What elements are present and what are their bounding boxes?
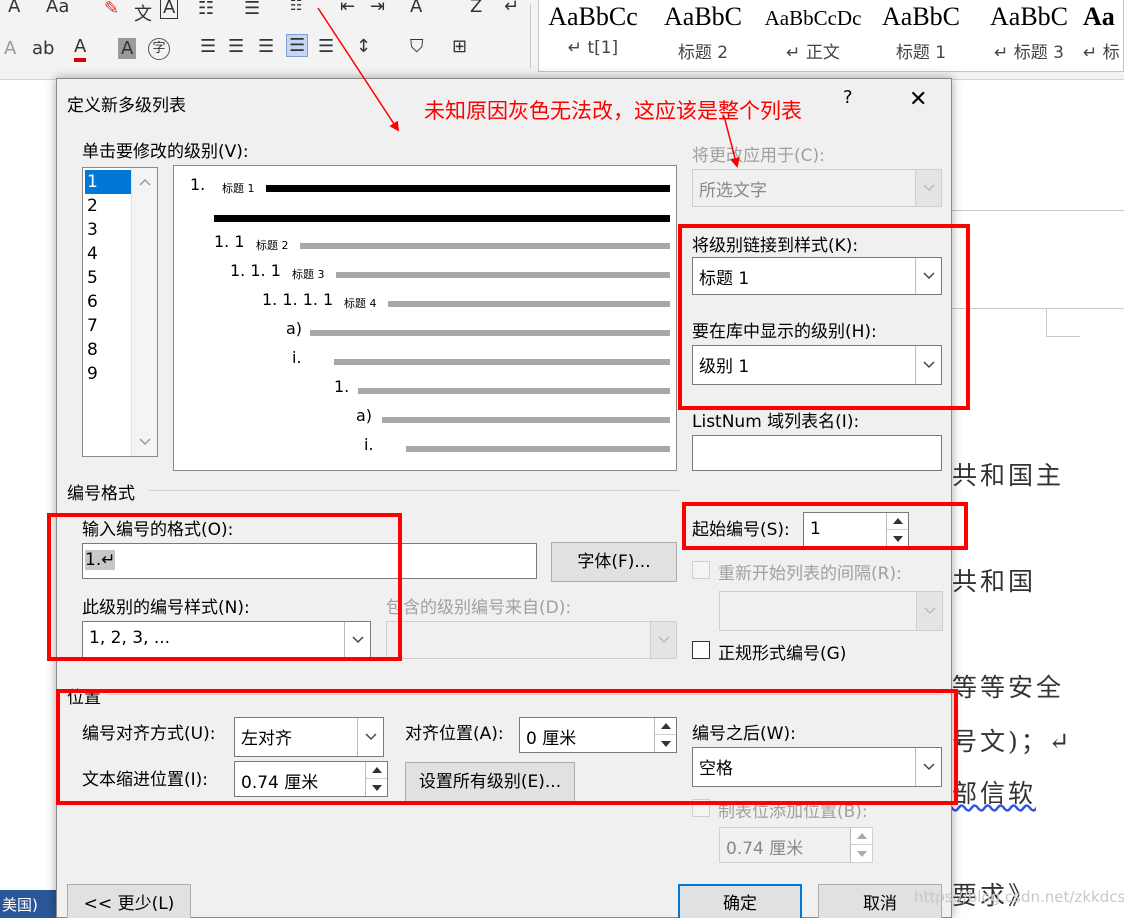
highlight-box-position xyxy=(56,689,958,805)
highlight-box-start-at xyxy=(682,502,968,550)
highlight-box-link-style xyxy=(678,224,970,410)
annotation-arrow xyxy=(723,115,740,168)
watermark-text: https://blog.csdn.net/zkkdcs1 xyxy=(914,888,1124,906)
annotation-arrow xyxy=(317,7,400,132)
highlight-box-number-format xyxy=(47,513,402,661)
